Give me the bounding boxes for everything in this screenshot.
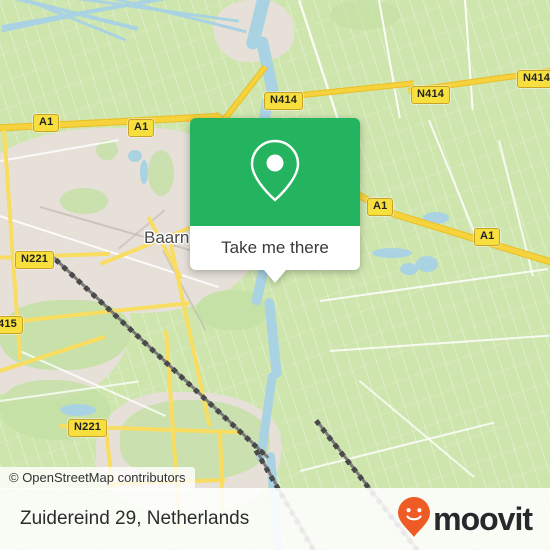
footer-bar: Zuidereind 29, Netherlands moovit (0, 488, 550, 550)
moovit-logo[interactable]: moovit (397, 496, 533, 543)
pond-2 (400, 263, 418, 275)
road-shield-a1-e[interactable]: A1 (367, 198, 394, 216)
road-shield-a1-e2[interactable]: A1 (474, 228, 501, 246)
pond-4 (128, 150, 142, 162)
road-shield-n221-1[interactable]: N221 (15, 251, 55, 269)
forest-patch-2 (60, 188, 108, 214)
road-shield-a1-w[interactable]: A1 (33, 114, 60, 132)
take-me-there-button[interactable]: Take me there (221, 238, 329, 258)
pond-5 (140, 160, 148, 184)
place-label-baarn: Baarn (144, 228, 190, 247)
moovit-wordmark: moovit (433, 500, 533, 537)
callout-pointer (264, 270, 286, 283)
moovit-map-screenshot: A1 A1 N414 N414 N414 A1 A1 N221 415 N221… (0, 0, 550, 550)
road-shield-n221-2[interactable]: N221 (68, 419, 108, 437)
osm-attribution[interactable]: © OpenStreetMap contributors (0, 467, 195, 489)
pond-7 (60, 404, 96, 416)
road-shield-n414-1[interactable]: N414 (264, 92, 304, 110)
callout-action-panel[interactable]: Take me there (190, 226, 360, 270)
moovit-pin-icon (397, 496, 431, 543)
map-pin-icon (246, 135, 304, 210)
forest-patch-3 (148, 150, 174, 196)
callout-icon-panel (190, 118, 360, 226)
pond-1 (416, 256, 438, 272)
address-label: Zuidereind 29, Netherlands (20, 508, 250, 529)
road-shield-n414-2[interactable]: N414 (411, 86, 451, 104)
road-shield-n415[interactable]: 415 (0, 316, 23, 334)
road-shield-n414-3[interactable]: N414 (517, 70, 550, 88)
forest-patch-7 (330, 0, 400, 30)
pond-6 (372, 248, 412, 258)
road-shield-a1-w2[interactable]: A1 (128, 119, 155, 137)
destination-callout[interactable]: Take me there (190, 118, 360, 283)
